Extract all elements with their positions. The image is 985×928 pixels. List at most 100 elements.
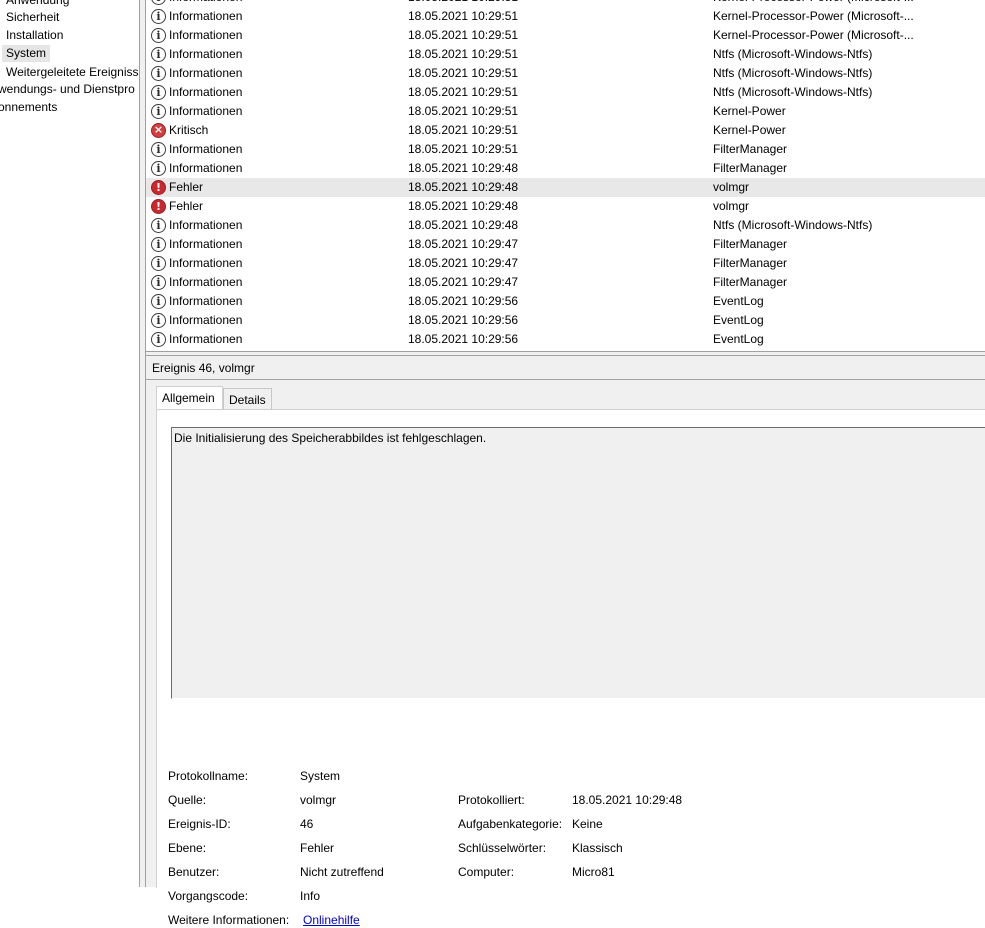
tab-panel-allgemein: Die Initialisierung des Speicherabbildes…	[156, 409, 985, 927]
event-level: Informationen	[169, 85, 243, 99]
event-row[interactable]: i Informationen 18.05.2021 10:29:47 FilterM…	[146, 235, 985, 254]
label-ereignis-id: Ereignis-ID:	[168, 817, 231, 831]
value-ebene: Fehler	[300, 841, 335, 855]
event-source: Ntfs (Microsoft-Windows-Ntfs)	[713, 66, 873, 80]
info-icon: i	[151, 0, 166, 5]
navigation-tree: Anwendung Sicherheit Installation System…	[0, 0, 139, 887]
event-message-box[interactable]: Die Initialisierung des Speicherabbildes…	[171, 427, 985, 699]
info-icon: i	[151, 294, 166, 309]
event-source: Ntfs (Microsoft-Windows-Ntfs)	[713, 85, 873, 99]
event-source: FilterManager	[713, 161, 788, 175]
info-icon: i	[151, 9, 166, 24]
event-row[interactable]: i Informationen 18.05.2021 10:29:48 Ntfs (M…	[146, 216, 985, 235]
event-date: 18.05.2021 10:29:51	[408, 123, 519, 137]
value-ereignis-id: 46	[300, 817, 314, 831]
event-row[interactable]: ! Fehler 18.05.2021 10:29:48 volmgr	[146, 197, 985, 216]
event-date: 18.05.2021 10:29:51	[408, 142, 519, 156]
event-row[interactable]: i Informationen 18.05.2021 10:29:51 Ntfs (M…	[146, 45, 985, 64]
event-source: EventLog	[713, 294, 764, 308]
details-header: Ereignis 46, volmgr	[146, 356, 985, 380]
event-date: 18.05.2021 10:29:48	[408, 218, 519, 232]
tab-details[interactable]: Details	[223, 388, 272, 411]
event-source: Ntfs (Microsoft-Windows-Ntfs)	[713, 47, 873, 61]
event-message-text: Die Initialisierung des Speicherabbildes…	[174, 431, 487, 445]
event-date: 18.05.2021 10:29:47	[408, 237, 519, 251]
event-source: Kernel-Power	[713, 123, 786, 137]
event-level: Informationen	[169, 28, 243, 42]
event-date: 18.05.2021 10:29:51	[408, 47, 519, 61]
event-date: 18.05.2021 10:29:51	[408, 28, 519, 42]
event-row[interactable]: i Informationen 18.05.2021 10:29:51 FilterM…	[146, 140, 985, 159]
info-icon: i	[151, 313, 166, 328]
event-row[interactable]: i Informationen 18.05.2021 10:29:47 FilterM…	[146, 273, 985, 292]
event-row[interactable]: i Informationen 18.05.2021 10:29:56 EventLo…	[146, 330, 985, 349]
event-date: 18.05.2021 10:29:48	[408, 161, 519, 175]
event-date: 18.05.2021 10:29:51	[408, 85, 519, 99]
event-row[interactable]: iInformationen 18.05.2021 10:29:51 Kernel-…	[146, 0, 985, 7]
event-level: Informationen	[169, 66, 243, 80]
event-row[interactable]: i Informationen 18.05.2021 10:29:56 EventLo…	[146, 292, 985, 311]
label-weitere-informationen: Weitere Informationen:	[168, 913, 290, 927]
event-list: i Informationen 18.05.2021 10:29:51 Kernel-…	[146, 0, 985, 352]
event-level: Informationen	[169, 256, 243, 270]
value-vorgangscode: Info	[300, 889, 321, 903]
event-source: volmgr	[713, 199, 750, 213]
tree-item-weitergeleitete-ereignisse[interactable]: Weitergeleitete Ereignisse	[4, 64, 139, 81]
event-source: Ntfs (Microsoft-Windows-Ntfs)	[713, 218, 873, 232]
event-row[interactable]: iInformationen 18.05.2021 10:29:51 Kernel-…	[146, 26, 985, 45]
event-date: 18.05.2021 10:29:48	[408, 199, 519, 213]
value-quelle: volmgr	[300, 793, 337, 807]
value-protokolliert: 18.05.2021 10:29:48	[572, 793, 683, 807]
tree-item-installation[interactable]: Installation	[4, 27, 65, 44]
tree-item-abonnements[interactable]: onnements	[0, 99, 59, 116]
event-level: Informationen	[169, 47, 243, 61]
event-date: 18.05.2021 10:29:56	[408, 332, 519, 346]
event-source: EventLog	[713, 332, 764, 346]
event-date: 18.05.2021 10:29:51	[408, 104, 519, 118]
event-row[interactable]: i Informationen 18.05.2021 10:29:47 FilterM…	[146, 254, 985, 273]
event-date: 18.05.2021 10:29:56	[408, 294, 519, 308]
tab-allgemein[interactable]: Allgemein	[156, 386, 223, 411]
label-protokollname: Protokollname:	[168, 769, 249, 783]
event-level: Informationen	[169, 161, 243, 175]
event-level: Informationen	[169, 332, 243, 346]
value-protokollname: System	[300, 769, 341, 783]
event-date: 18.05.2021 10:29:47	[408, 275, 519, 289]
event-row[interactable]: iInformationen 18.05.2021 10:29:51 Kernel-…	[146, 102, 985, 121]
info-icon: i	[151, 104, 166, 119]
event-level: Informationen	[169, 142, 243, 156]
event-row[interactable]: i Informationen 18.05.2021 10:29:56 EventLo…	[146, 311, 985, 330]
tree-item-system[interactable]: System	[2, 45, 51, 62]
event-level: Informationen	[169, 313, 243, 327]
event-row[interactable]: i Informationen 18.05.2021 10:29:51 Ntfs (M…	[146, 64, 985, 83]
event-source: volmgr	[713, 180, 750, 194]
event-level: Fehler	[169, 199, 204, 213]
event-row[interactable]: i Informationen 18.05.2021 10:29:48 FilterM…	[146, 159, 985, 178]
event-level: Informationen	[169, 104, 243, 118]
event-row[interactable]: ! Fehler 18.05.2021 10:29:48 volmgr	[146, 178, 985, 197]
event-row[interactable]: i Informationen 18.05.2021 10:29:51 Ntfs (M…	[146, 83, 985, 102]
tree-item-anwendung[interactable]: Anwendung	[4, 0, 71, 9]
tree-item-anwendungs-und-dienstprotokolle[interactable]: wendungs- und Dienstpro	[0, 81, 137, 98]
event-date: 18.05.2021 10:29:51	[408, 0, 518, 7]
value-computer: Micro81	[572, 865, 615, 879]
info-icon: i	[151, 256, 166, 271]
event-row[interactable]: × Kritisch 18.05.2021 10:29:51 Kernel-Power	[146, 121, 985, 140]
label-aufgabenkategorie: Aufgabenkategorie:	[458, 817, 563, 831]
critical-icon: ×	[151, 123, 166, 138]
info-icon: i	[151, 332, 166, 347]
event-source: Kernel-Power	[713, 104, 786, 118]
event-level: Fehler	[169, 180, 204, 194]
event-source: FilterManager	[713, 142, 788, 156]
online-help-link[interactable]: Onlinehilfe	[303, 912, 360, 928]
event-level: Informationen	[169, 275, 243, 289]
label-computer: Computer:	[458, 865, 515, 879]
event-row[interactable]: iInformationen 18.05.2021 10:29:51 Kernel-…	[146, 7, 985, 26]
event-source: Kernel-Processor-Power (Microsoft-...	[713, 28, 914, 42]
info-icon: i	[151, 275, 166, 290]
info-icon: i	[151, 218, 166, 233]
event-date: 18.05.2021 10:29:48	[408, 180, 519, 194]
event-source: Kernel-Processor-Power (Microsoft-...	[713, 0, 985, 7]
tree-item-sicherheit[interactable]: Sicherheit	[4, 9, 61, 26]
label-benutzer: Benutzer:	[168, 865, 220, 879]
